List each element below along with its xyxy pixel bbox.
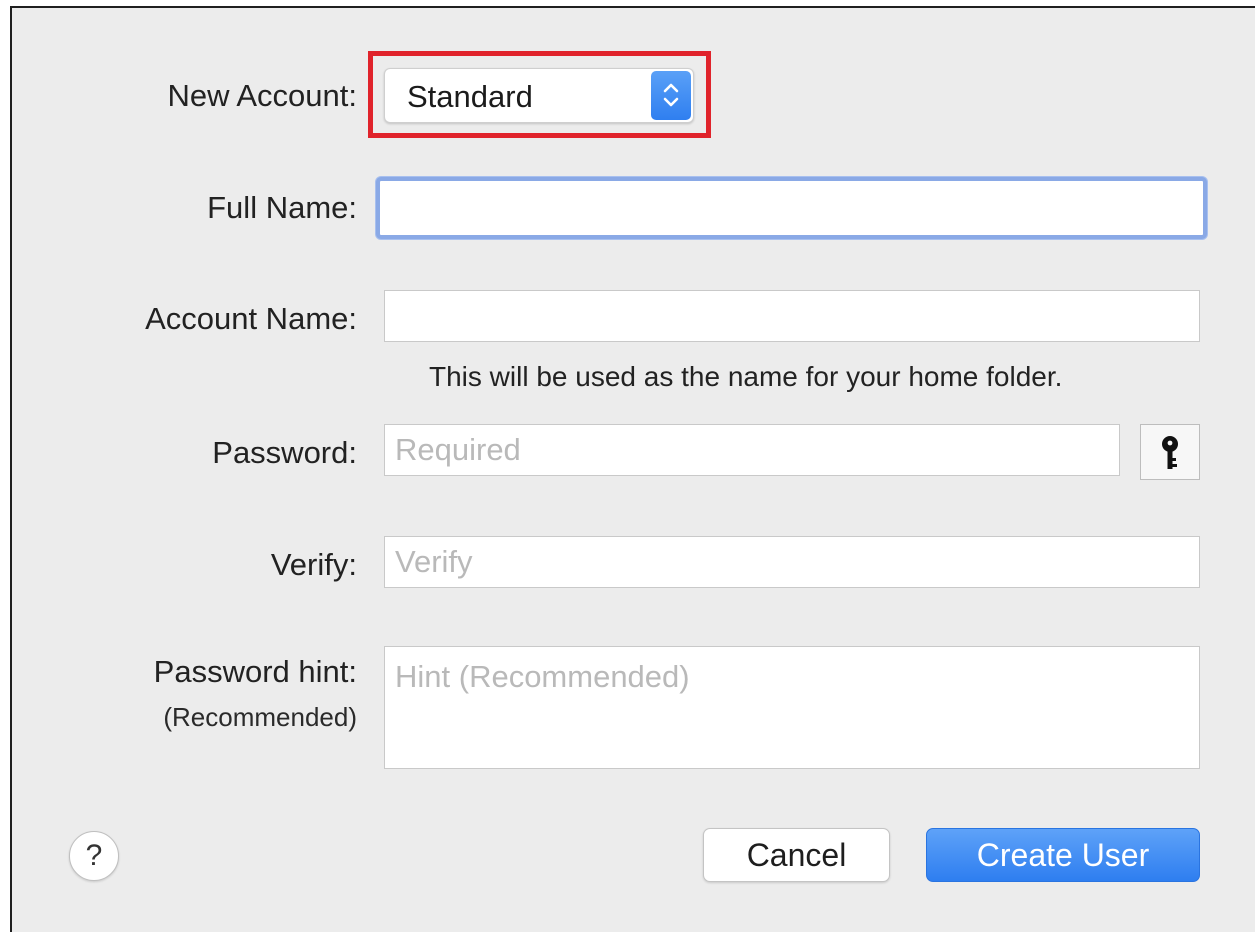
full-name-input[interactable]: [376, 177, 1207, 239]
verify-input[interactable]: [384, 536, 1200, 588]
password-hint-input[interactable]: [384, 646, 1200, 769]
account-name-input[interactable]: [384, 290, 1200, 342]
password-input[interactable]: [384, 424, 1120, 476]
password-label: Password:: [212, 435, 357, 470]
full-name-label: Full Name:: [207, 190, 357, 225]
key-icon: [1162, 436, 1178, 469]
account-name-label: Account Name:: [145, 301, 357, 336]
new-account-sheet: New Account: Standard Full Name: Account…: [10, 6, 1255, 932]
cancel-button[interactable]: Cancel: [703, 828, 890, 882]
account-name-help-text: This will be used as the name for your h…: [429, 361, 1063, 392]
password-assistant-button[interactable]: [1140, 424, 1200, 480]
password-hint-label: Password hint:: [153, 654, 357, 689]
highlight-annotation-box: [368, 51, 711, 138]
verify-label: Verify:: [270, 547, 357, 582]
password-hint-sublabel: (Recommended): [163, 702, 357, 732]
help-button[interactable]: ?: [69, 831, 119, 881]
create-user-button[interactable]: Create User: [926, 828, 1200, 882]
new-account-label: New Account:: [167, 78, 357, 113]
